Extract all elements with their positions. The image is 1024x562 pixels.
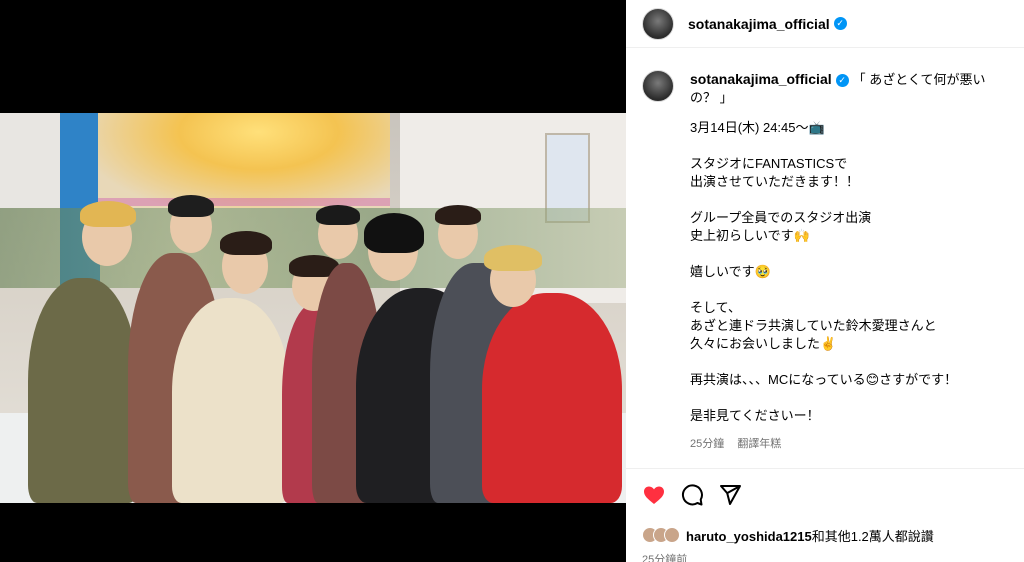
share-icon[interactable] bbox=[718, 483, 742, 507]
author-username[interactable]: sotanakajima_official bbox=[688, 16, 830, 32]
post-photo[interactable] bbox=[0, 113, 626, 503]
caption-username[interactable]: sotanakajima_official bbox=[690, 71, 832, 87]
author-avatar[interactable] bbox=[642, 7, 674, 40]
caption-line bbox=[690, 191, 1008, 209]
likes-row: haruto_yoshida1215和其他1.2萬人都說讚 bbox=[642, 525, 1008, 545]
caption-meta: 25分鐘 翻譯年糕 bbox=[690, 435, 1008, 453]
caption-line: 史上初らしいです🙌 bbox=[690, 228, 810, 243]
caption-line: 嬉しいです🥹 bbox=[690, 264, 771, 279]
caption-line bbox=[690, 137, 1008, 155]
action-icons bbox=[642, 479, 1008, 511]
liked-by-username[interactable]: haruto_yoshida1215 bbox=[686, 529, 812, 544]
caption-body: sotanakajima_official ✓ 「 あざとくて何が悪いの？ 」 3月… bbox=[690, 70, 1008, 453]
caption-avatar[interactable] bbox=[642, 70, 674, 102]
post-header: sotanakajima_official ✓ bbox=[626, 0, 1024, 48]
caption-line: 久々にお会いしました✌️ bbox=[690, 336, 837, 351]
caption-text: 3月14日(木) 24:45～📺 スタジオにFANTASTICSで 出演させてい… bbox=[690, 119, 1008, 425]
caption-line bbox=[690, 245, 1008, 263]
caption-line: スタジオにFANTASTICSで bbox=[690, 156, 848, 171]
caption-line bbox=[690, 389, 1008, 407]
caption-line: 再共演は、、、MCになっている😊さすがです！ bbox=[690, 372, 958, 387]
caption-row: sotanakajima_official ✓ 「 あざとくて何が悪いの？ 」 3月… bbox=[642, 70, 1008, 453]
comment-icon[interactable] bbox=[680, 483, 704, 507]
post-actions: haruto_yoshida1215和其他1.2萬人都說讚 25分鐘前 bbox=[626, 468, 1024, 562]
verified-badge-icon: ✓ bbox=[835, 73, 849, 87]
caption-line: グループ全員でのスタジオ出演 bbox=[690, 210, 872, 225]
caption-line bbox=[690, 353, 1008, 371]
caption-line: あざと連ドラ共演していた鈴木愛理さんと bbox=[690, 318, 937, 333]
translate-link[interactable]: 翻譯年糕 bbox=[737, 438, 781, 450]
caption-line: 出演させていただきます！！ bbox=[690, 174, 860, 189]
post-sidebar: sotanakajima_official ✓ sotanakajima_off… bbox=[626, 0, 1024, 562]
caption-time: 25分鐘 bbox=[690, 438, 725, 450]
caption-line bbox=[690, 281, 1008, 299]
likes-count-text[interactable]: 和其他1.2萬人都說讚 bbox=[812, 529, 934, 544]
caption-line: 是非見てくださいー！ bbox=[690, 408, 820, 423]
liker-avatars bbox=[642, 527, 680, 543]
caption-line: 3月14日(木) 24:45～📺 bbox=[690, 120, 825, 135]
caption-area: sotanakajima_official ✓ 「 あざとくて何が悪いの？ 」 3月… bbox=[626, 60, 1024, 460]
caption-line: そして、 bbox=[690, 300, 741, 315]
media-pane bbox=[0, 0, 626, 562]
verified-badge-icon: ✓ bbox=[833, 17, 847, 30]
heart-icon[interactable] bbox=[642, 483, 666, 507]
post-timestamp: 25分鐘前 bbox=[642, 554, 688, 562]
